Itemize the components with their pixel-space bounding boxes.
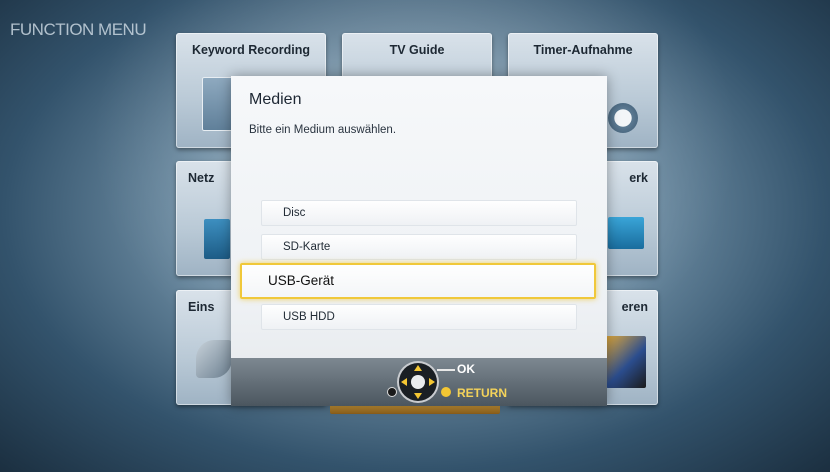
dialog-title: Medien	[249, 91, 302, 108]
ok-center-button-icon	[411, 375, 425, 389]
option-usb-hdd[interactable]: USB HDD	[261, 304, 577, 330]
yellow-circle-icon	[441, 387, 451, 397]
media-dialog: Medien Bitte ein Medium auswählen. Disc …	[231, 76, 607, 406]
dpad-controller-icon	[399, 363, 437, 401]
network-icon	[204, 219, 230, 259]
media-disc-icon	[606, 336, 646, 388]
option-disc[interactable]: Disc	[261, 200, 577, 226]
return-hint: RETURN	[457, 386, 507, 400]
option-disc-label: Disc	[283, 207, 306, 219]
dialog-footer: OK RETURN	[231, 358, 607, 406]
tile-timer-recording-label: Timer-Aufnahme	[533, 43, 633, 57]
settings-wrench-icon	[196, 340, 232, 378]
option-usb-device-label: USB-Gerät	[268, 273, 335, 288]
dialog-subtitle: Bitte ein Medium auswählen.	[249, 124, 397, 136]
option-usb-hdd-label: USB HDD	[283, 311, 335, 323]
tv-monitor-icon	[608, 217, 644, 249]
ok-hint: OK	[457, 362, 475, 376]
tile-tv-guide-label: TV Guide	[389, 43, 445, 57]
tile-keyword-recording-label: Keyword Recording	[191, 43, 311, 57]
tile-settings-right-label: eren	[621, 300, 648, 314]
option-usb-device[interactable]: USB-Gerät	[240, 263, 596, 299]
option-sd-card[interactable]: SD-Karte	[261, 234, 577, 260]
option-sd-card-label: SD-Karte	[283, 241, 331, 253]
tile-network-right-label: erk	[629, 171, 648, 185]
screen-title: FUNCTION MENU	[10, 20, 147, 39]
clock-icon	[608, 103, 638, 133]
black-dot-icon	[388, 388, 396, 396]
ok-pointer-line	[437, 369, 455, 371]
